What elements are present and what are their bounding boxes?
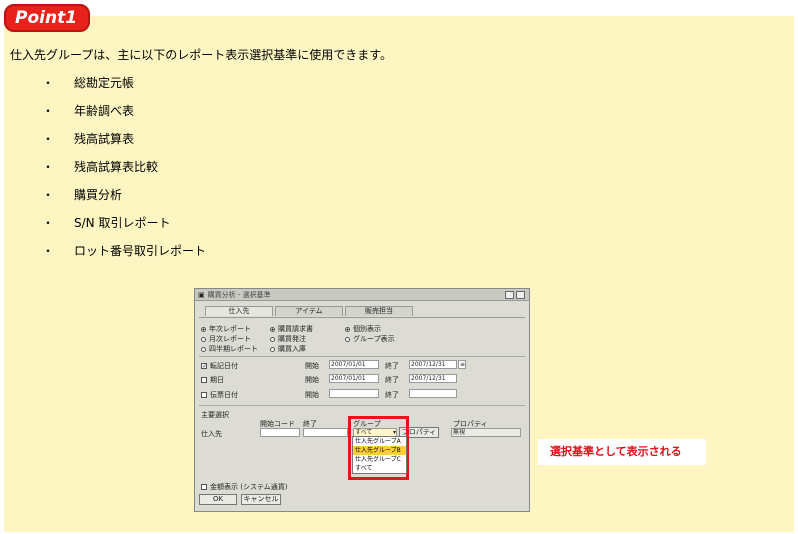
radio-monthly[interactable]: 月次レポート	[201, 334, 251, 344]
tab-item[interactable]: アイテム	[275, 306, 343, 316]
ok-button[interactable]: OK	[199, 494, 237, 505]
report-list-item: ・ 購買分析	[42, 186, 206, 214]
document-date-to[interactable]	[409, 389, 457, 398]
report-name: 残高試算表比較	[74, 160, 159, 174]
radio-annual[interactable]: 年次レポート	[201, 324, 251, 334]
radio-goods-receipt[interactable]: 購買入庫	[270, 344, 306, 354]
to-label: 終了	[385, 376, 399, 384]
bullet-mark: ・	[42, 160, 55, 174]
window-icon: ▣	[198, 290, 205, 299]
from-label: 開始	[305, 362, 319, 370]
report-name: S/N 取引レポート	[74, 216, 171, 230]
checkbox-posting-date[interactable]: ✓ 転記日付	[201, 361, 238, 371]
report-list: ・総勘定元帳・年齢調べ表・残高試算表・残高試算表比較・購買分析・ S/N 取引レポ…	[42, 74, 206, 270]
bullet-mark: ・	[42, 188, 55, 202]
report-name: 購買分析	[74, 188, 123, 202]
posting-date-from[interactable]: 2007/01/01	[329, 360, 379, 369]
posting-date-to[interactable]: 2007/12/31	[409, 360, 457, 369]
dropdown-option[interactable]: 仕入先グループB	[353, 446, 406, 455]
report-name: ロット番号取引レポート	[74, 244, 207, 258]
to-label: 終了	[385, 362, 399, 370]
close-button[interactable]	[516, 291, 525, 299]
bullet-mark: ・	[42, 76, 55, 90]
property-value: 無視	[451, 428, 521, 437]
bullet-mark: ・	[42, 216, 55, 230]
radio-group[interactable]: グループ表示	[345, 334, 395, 344]
report-name: 残高試算表	[74, 132, 135, 146]
vendor-row-label: 仕入先	[201, 430, 222, 438]
dialog-titlebar: ▣ 購買分析 - 選択基準	[195, 289, 529, 301]
report-name: 年齢調べ表	[74, 104, 135, 118]
bullet-mark: ・	[42, 104, 55, 118]
report-list-item: ・ 残高試算表	[42, 130, 206, 158]
group-dropdown-list: 仕入先グループA 仕入先グループB 仕入先グループC すべて	[352, 436, 407, 474]
due-date-from[interactable]: 2007/01/01	[329, 374, 379, 383]
dialog-title: 購買分析 - 選択基準	[207, 290, 271, 299]
checkbox-amount-display[interactable]: 金額表示 (システム通貨)	[201, 482, 287, 492]
minimize-button[interactable]	[505, 291, 514, 299]
vendor-code-to[interactable]	[303, 428, 348, 437]
main-criteria-label: 主要選択	[201, 411, 229, 419]
radio-quarterly[interactable]: 四半期レポート	[201, 344, 258, 354]
report-name: 総勘定元帳	[74, 76, 135, 90]
report-list-item: ・ ロット番号取引レポート	[42, 242, 206, 270]
tab-sales-rep[interactable]: 販売担当	[345, 306, 413, 316]
checkbox-due-date[interactable]: 期日	[201, 375, 224, 385]
due-date-to[interactable]: 2007/12/31	[409, 374, 457, 383]
report-list-item: ・ 残高試算表比較	[42, 158, 206, 186]
report-list-item: ・ 年齢調べ表	[42, 102, 206, 130]
to-label: 終了	[385, 391, 399, 399]
radio-purchase-order[interactable]: 購買発注	[270, 334, 306, 344]
radio-individual[interactable]: 個別表示	[345, 324, 381, 334]
dropdown-option[interactable]: 仕入先グループA	[353, 437, 406, 446]
radio-purchase-invoice[interactable]: 購買請求書	[270, 324, 313, 334]
callout-label: 選択基準として表示される	[538, 439, 706, 465]
report-list-item: ・ S/N 取引レポート	[42, 214, 206, 242]
vendor-code-from[interactable]	[260, 428, 300, 437]
checkbox-document-date[interactable]: 伝票日付	[201, 390, 238, 400]
dropdown-option[interactable]: すべて	[353, 464, 406, 473]
bullet-mark: ・	[42, 132, 55, 146]
from-label: 開始	[305, 376, 319, 384]
dropdown-option[interactable]: 仕入先グループC	[353, 455, 406, 464]
point-badge: Point1	[4, 4, 90, 32]
calendar-icon[interactable]: ≡	[458, 360, 466, 369]
document-date-from[interactable]	[329, 389, 379, 398]
report-list-item: ・ 総勘定元帳	[42, 74, 206, 102]
intro-text: 仕入先グループは、主に以下のレポート表示選択基準に使用できます。	[10, 48, 393, 62]
tab-vendor[interactable]: 仕入先	[205, 306, 273, 316]
from-label: 開始	[305, 391, 319, 399]
cancel-button[interactable]: キャンセル	[241, 494, 281, 505]
bullet-mark: ・	[42, 244, 55, 258]
